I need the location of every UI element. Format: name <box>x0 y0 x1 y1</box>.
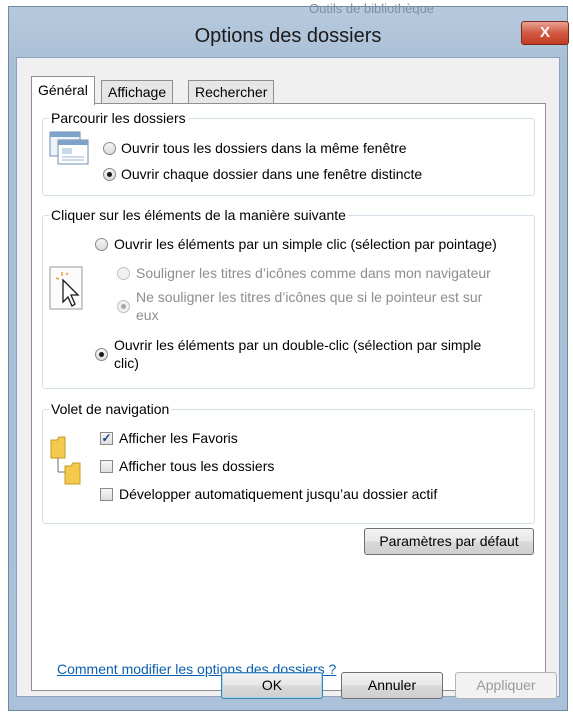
radio-same-window[interactable] <box>103 142 116 155</box>
checkbox-show-all-folders[interactable] <box>100 460 113 473</box>
tab-rechercher[interactable]: Rechercher <box>188 80 275 104</box>
pointer-click-icon <box>49 266 83 310</box>
option-separate-window-label[interactable]: Ouvrir chaque dossier dans une fenêtre d… <box>121 166 422 183</box>
navigation-pane-group: Volet de navigation ✓ Afficher les Favor… <box>42 400 535 524</box>
option-double-click-label-2[interactable]: clic) <box>114 355 139 372</box>
radio-single-click[interactable] <box>95 238 108 251</box>
navigation-pane-legend: Volet de navigation <box>49 400 172 418</box>
radio-underline-browser[interactable] <box>117 267 130 280</box>
option-double-click-label-1[interactable]: Ouvrir les éléments par un double-clic (… <box>114 337 481 354</box>
option-underline-point-label-2[interactable]: eux <box>136 307 159 324</box>
radio-underline-point[interactable] <box>117 300 130 313</box>
background-window-title: Outils de bibliothèque <box>309 1 435 15</box>
click-items-legend: Cliquer sur les éléments de la manière s… <box>49 206 348 224</box>
option-underline-point-label-1[interactable]: Ne souligner les titres d’icônes que si … <box>136 289 482 306</box>
dialog-content: Général Affichage Rechercher Parcourir l… <box>16 57 560 697</box>
ok-button[interactable]: OK <box>221 672 323 699</box>
apply-button[interactable]: Appliquer <box>455 672 557 699</box>
tab-general-label: Général <box>38 82 88 98</box>
cancel-button[interactable]: Annuler <box>341 672 443 699</box>
tab-general[interactable]: Général <box>31 76 95 105</box>
click-items-group: Cliquer sur les éléments de la manière s… <box>42 206 535 389</box>
tab-affichage-label: Affichage <box>108 84 167 100</box>
option-show-all-folders-label[interactable]: Afficher tous les dossiers <box>119 458 274 475</box>
radio-double-click[interactable] <box>95 348 108 361</box>
option-same-window-label[interactable]: Ouvrir tous les dossiers dans la même fe… <box>121 140 407 157</box>
dialog-window: Outils de bibliothèque Options des dossi… <box>8 1 569 711</box>
browse-folders-group: Parcourir les dossiers Ouvrir tous les d… <box>42 109 535 196</box>
dialog-title: Options des dossiers <box>194 25 382 47</box>
folder-tree-icon <box>50 436 81 485</box>
tab-affichage[interactable]: Affichage <box>101 80 174 104</box>
folder-window-icon <box>49 131 89 165</box>
radio-separate-window[interactable] <box>103 168 116 181</box>
option-auto-expand-label[interactable]: Développer automatiquement jusqu’au doss… <box>119 486 437 503</box>
option-underline-browser-label[interactable]: Souligner les titres d’icônes comme dans… <box>136 265 491 282</box>
restore-defaults-button[interactable]: Paramètres par défaut <box>364 528 534 555</box>
checkbox-show-favorites[interactable]: ✓ <box>100 432 113 445</box>
close-icon: X <box>539 24 550 41</box>
close-button[interactable]: X <box>521 21 569 45</box>
option-single-click-label[interactable]: Ouvrir les éléments par un simple clic (… <box>114 236 497 253</box>
browse-folders-legend: Parcourir les dossiers <box>49 109 188 127</box>
tab-panel-general: Parcourir les dossiers Ouvrir tous les d… <box>31 103 546 691</box>
tab-rechercher-label: Rechercher <box>195 84 268 100</box>
checkbox-auto-expand[interactable] <box>100 488 113 501</box>
option-show-favorites-label[interactable]: Afficher les Favoris <box>119 430 238 447</box>
